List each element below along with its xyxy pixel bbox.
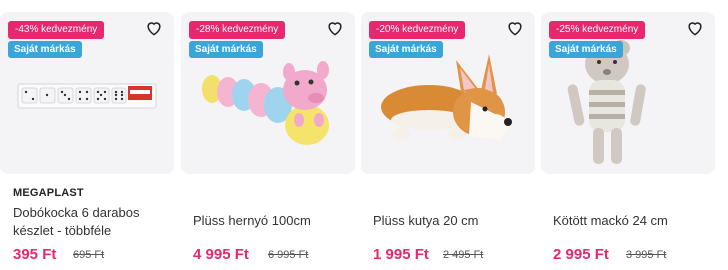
product-card[interactable]: -43% kedvezmény Saját márkás MEGAPLAST D… (0, 0, 180, 270)
favorite-button[interactable] (325, 18, 345, 38)
favorite-button[interactable] (505, 18, 525, 38)
own-brand-badge: Saját márkás (369, 41, 443, 58)
product-old-price: 695 Ft (73, 249, 105, 261)
product-name[interactable]: Kötött mackó 24 cm (553, 212, 713, 230)
heart-outline-icon (688, 22, 702, 36)
product-name[interactable]: Dobókocka 6 darabos készlet - többféle (13, 204, 173, 240)
product-price: 4 995 Ft (193, 246, 249, 263)
product-image[interactable]: -20% kedvezmény Saját márkás (361, 12, 535, 174)
heart-outline-icon (508, 22, 522, 36)
own-brand-badge: Saját márkás (549, 41, 623, 58)
product-image[interactable]: -28% kedvezmény Saját márkás (181, 12, 355, 174)
product-price: 1 995 Ft (373, 246, 429, 263)
heart-outline-icon (147, 22, 161, 36)
own-brand-badge: Saját márkás (8, 41, 82, 58)
heart-outline-icon (328, 22, 342, 36)
product-card[interactable]: -25% kedvezmény Saját márkás Kötött mack… (541, 0, 721, 270)
product-old-price: 6 995 Ft (268, 249, 309, 261)
favorite-button[interactable] (685, 18, 705, 38)
product-card[interactable]: -28% kedvezmény Saját márkás Plüss herny… (181, 0, 361, 270)
product-old-price: 3 995 Ft (626, 249, 667, 261)
own-brand-badge: Saját márkás (189, 41, 263, 58)
product-price: 2 995 Ft (553, 246, 609, 263)
favorite-button[interactable] (144, 18, 164, 38)
product-carousel-row: -43% kedvezmény Saját márkás MEGAPLAST D… (0, 0, 728, 270)
discount-badge: -25% kedvezmény (549, 21, 646, 39)
discount-badge: -43% kedvezmény (8, 21, 105, 39)
discount-badge: -28% kedvezmény (189, 21, 286, 39)
product-brand: MEGAPLAST (13, 187, 84, 199)
product-card[interactable]: -20% kedvezmény Saját márkás Plüss kutya… (361, 0, 541, 270)
product-image[interactable]: -25% kedvezmény Saját márkás (541, 12, 715, 174)
product-image[interactable]: -43% kedvezmény Saját márkás (0, 12, 174, 174)
discount-badge: -20% kedvezmény (369, 21, 466, 39)
product-old-price: 2 495 Ft (443, 249, 484, 261)
product-name[interactable]: Plüss hernyó 100cm (193, 212, 353, 230)
product-price: 395 Ft (13, 246, 57, 263)
product-name[interactable]: Plüss kutya 20 cm (373, 212, 533, 230)
